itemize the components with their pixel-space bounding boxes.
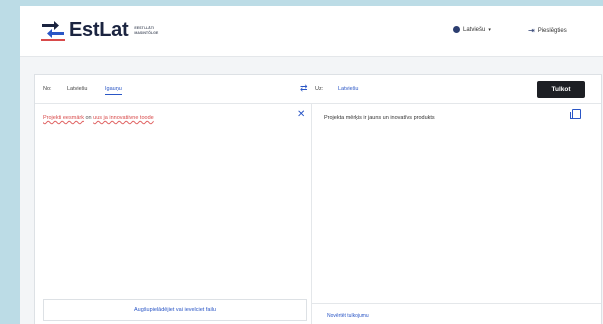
source-text-part: uus ja innovatiivne toode xyxy=(93,115,154,121)
source-lang-latvian[interactable]: Latviešu xyxy=(67,86,88,92)
clear-icon[interactable]: ✕ xyxy=(297,109,305,120)
target-footer-divider xyxy=(312,303,601,304)
target-prefix: Uz: xyxy=(315,86,324,92)
logo[interactable]: EstLat Eesti-Läti masintõlge xyxy=(40,19,164,42)
rate-translation-link[interactable]: Novērtēt tulkojumu xyxy=(327,313,369,319)
top-header: EstLat Eesti-Läti masintõlge Latviešu ▾ … xyxy=(20,6,603,57)
language-menu[interactable]: Latviešu ▾ xyxy=(453,26,491,33)
source-text-part: on xyxy=(85,115,92,121)
source-lang-estonian[interactable]: Igauņu xyxy=(105,86,122,95)
copy-icon[interactable] xyxy=(570,109,581,119)
logo-text: EstLat xyxy=(69,19,129,41)
chevron-down-icon: ▾ xyxy=(488,26,491,33)
source-prefix: No: xyxy=(43,86,52,92)
swap-languages-icon[interactable]: ⇄ xyxy=(300,83,308,94)
language-bar: No: Latviešu Igauņu ⇄ Uz: Latviešu Tulko… xyxy=(35,75,601,104)
source-text-part: Projekti eesmärk xyxy=(43,115,84,121)
globe-icon xyxy=(453,26,460,33)
app-window: EstLat Eesti-Läti masintõlge Latviešu ▾ … xyxy=(20,6,603,324)
translate-button[interactable]: Tulkot xyxy=(537,81,585,98)
target-text: Projekta mērķis ir jauns un inovatīvs pr… xyxy=(324,115,435,121)
language-menu-label: Latviešu xyxy=(463,26,486,33)
logo-subtitle: Eesti-Läti masintõlge xyxy=(134,25,159,35)
translator-panel: No: Latviešu Igauņu ⇄ Uz: Latviešu Tulko… xyxy=(34,74,602,324)
login-label: Pieslēgties xyxy=(537,27,567,34)
target-lang-latvian[interactable]: Latviešu xyxy=(338,86,359,92)
logo-icon xyxy=(41,20,65,41)
file-upload-button[interactable]: Augšupielādējiet vai ievelciet failu xyxy=(43,299,307,321)
source-text-area[interactable]: Projekti eesmärk on uus ja innovatiivne … xyxy=(43,115,154,121)
login-icon: ⇥ xyxy=(528,26,535,35)
login-link[interactable]: ⇥ Pieslēgties xyxy=(528,26,567,35)
pane-divider xyxy=(311,104,312,324)
